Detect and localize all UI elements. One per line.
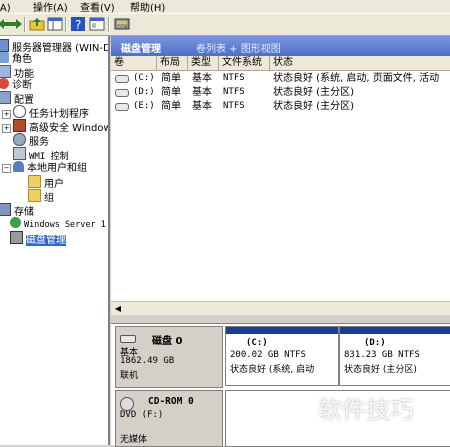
column-status[interactable]: 状态 (270, 56, 450, 70)
scroll-left-icon[interactable]: ◀ (113, 303, 123, 314)
tree-item-wmi[interactable]: WMI 控制 (13, 147, 69, 162)
column-layout[interactable]: 布局 (157, 56, 188, 70)
wmi-icon (13, 147, 26, 160)
partition-bar (340, 327, 450, 334)
clock-icon (13, 105, 26, 118)
folder-icon (28, 175, 41, 188)
disk-0-header[interactable]: 磁盘 0 基本 1862.49 GB 联机 (115, 326, 223, 388)
services-icon (13, 133, 26, 146)
column-filesystem[interactable]: 文件系统 (219, 56, 270, 70)
tree-item-local-users[interactable]: − 本地用户和组 (2, 161, 87, 174)
table-row[interactable]: (D:) 简单 基本 NTFS 状态良好 (主分区) (111, 86, 450, 99)
partition-d[interactable]: (D:) 831.23 GB NTFS 状态良好 (主分区) (339, 326, 450, 386)
tree-item-windows-server-backup[interactable]: Windows Server 1 (10, 217, 106, 230)
menu-bar: 作(A) 操作(A) 查看(V) 帮助(H) (0, 0, 450, 14)
configuration-icon (0, 91, 11, 104)
cdrom-icon (120, 397, 134, 411)
panel-title: 磁盘管理 (121, 44, 161, 55)
watermark: 软件技巧 (318, 396, 414, 424)
tree-item-roles[interactable]: 角色 (0, 52, 32, 65)
table-row[interactable]: (C:) 简单 基本 NTFS 状态良好 (系统, 启动, 页面文件, 活动 (111, 72, 450, 85)
volume-icon (115, 89, 129, 97)
backup-icon (10, 217, 21, 228)
up-folder-icon[interactable] (29, 16, 45, 32)
volume-icon (115, 103, 129, 111)
help-icon[interactable]: ? (70, 16, 86, 32)
tree-item-diagnostics[interactable]: 诊断 (0, 78, 32, 91)
tree-item-firewall[interactable]: + 高级安全 Window (2, 119, 108, 134)
tree-item-features[interactable]: 功能 (0, 65, 34, 80)
toolbar: ? (0, 14, 450, 36)
tree-item-configuration[interactable]: 配置 (0, 91, 34, 106)
server-manager-icon (0, 39, 9, 52)
navigation-tree: 服务器管理器 (WIN-D1LV 角色 功能 诊断 配置 +任务计划程序 +高级… (0, 36, 110, 445)
panel-view-mode: 卷列表 + 图形视图 (196, 44, 281, 55)
tree-item-storage[interactable]: 存储 (0, 203, 34, 218)
folder-icon (28, 189, 41, 202)
tree-item-users[interactable]: 用户 (28, 175, 64, 190)
volume-list-header: 卷 布局 类型 文件系统 状态 (111, 56, 450, 71)
disk-icon[interactable] (114, 16, 130, 32)
table-row[interactable]: (E:) 简单 基本 NTFS 状态良好 (主分区) (111, 100, 450, 113)
tree-root[interactable]: 服务器管理器 (WIN-D1LV (0, 39, 108, 54)
disk-icon (120, 335, 136, 343)
pane-splitter[interactable] (111, 315, 450, 324)
tree-item-groups[interactable]: 组 (28, 189, 54, 204)
menu-help[interactable]: 帮助(H) (130, 0, 165, 14)
collapse-icon[interactable]: − (2, 164, 11, 173)
horizontal-scrollbar[interactable]: ◀ (111, 301, 450, 316)
features-icon (0, 65, 11, 78)
tree-item-disk-management[interactable]: 磁盘管理 (10, 231, 66, 246)
tree-item-services[interactable]: 服务 (13, 133, 49, 148)
menu-view[interactable]: 查看(V) (80, 0, 115, 14)
forward-icon[interactable] (8, 16, 24, 32)
panel-header: 磁盘管理 卷列表 + 图形视图 (111, 36, 450, 56)
disk-management-icon (10, 231, 23, 244)
cdrom-0-header[interactable]: CD-ROM 0 DVD (F:) 无媒体 (115, 390, 223, 447)
partition-bar (226, 327, 338, 334)
disk-graphical-view: 磁盘 0 基本 1862.49 GB 联机 (C:) 200.02 GB NTF… (111, 324, 450, 447)
expand-icon[interactable]: + (2, 110, 11, 119)
show-tree-icon[interactable] (47, 16, 63, 32)
disk-management-panel: 磁盘管理 卷列表 + 图形视图 卷 布局 类型 文件系统 状态 (C:) 简单 … (111, 36, 450, 447)
users-icon (13, 161, 24, 172)
svg-text:?: ? (75, 18, 81, 32)
column-volume[interactable]: 卷 (111, 56, 157, 70)
diagnostics-icon (0, 78, 9, 89)
roles-icon (0, 52, 9, 63)
menu-action[interactable]: 操作(A) (33, 0, 68, 14)
column-type[interactable]: 类型 (188, 56, 219, 70)
volume-icon (115, 75, 129, 83)
tree-item-task-scheduler[interactable]: + 任务计划程序 (2, 105, 89, 120)
storage-icon (0, 203, 11, 216)
firewall-icon (13, 119, 26, 132)
partition-c[interactable]: (C:) 200.02 GB NTFS 状态良好 (系统, 启动 (225, 326, 339, 386)
expand-icon[interactable]: + (2, 124, 11, 133)
properties-icon[interactable] (89, 16, 105, 32)
menu-file[interactable]: 作(A) (0, 0, 11, 14)
